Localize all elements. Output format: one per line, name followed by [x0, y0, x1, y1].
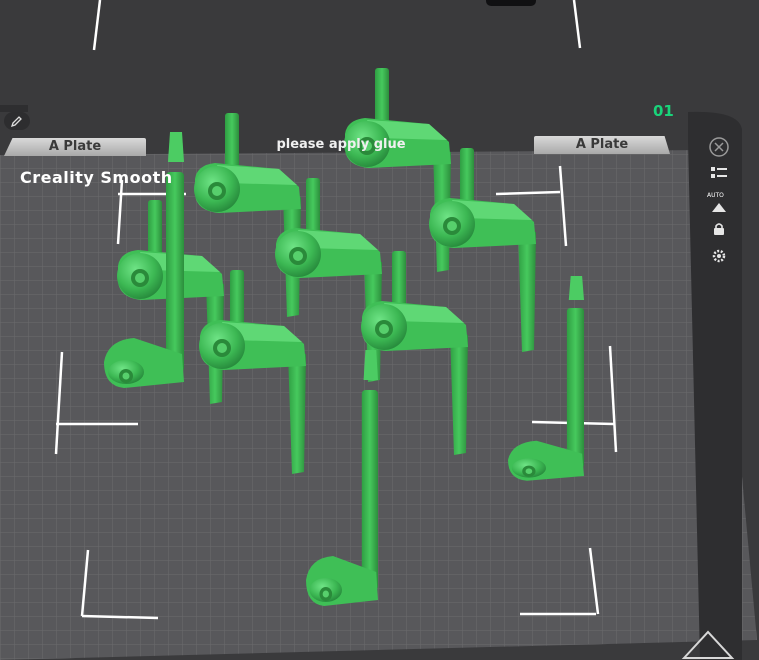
close-plate-button[interactable]: [706, 136, 732, 158]
auto-arrange-icon: [712, 203, 726, 212]
plate-tab-right[interactable]: A Plate: [534, 136, 670, 154]
plate-settings-button[interactable]: [706, 245, 732, 267]
gear-icon: [712, 249, 726, 263]
top-handle[interactable]: [486, 0, 536, 6]
plate-notice: please apply glue: [276, 137, 406, 152]
plate-list-button[interactable]: [706, 162, 732, 184]
auto-arrange-button[interactable]: [706, 196, 732, 218]
build-plate-scene[interactable]: [0, 0, 759, 660]
lock-plate-button[interactable]: [706, 218, 732, 240]
edit-plate-button[interactable]: [4, 112, 30, 130]
plate-index: 01: [653, 102, 674, 120]
plate-tab-left[interactable]: A Plate: [4, 138, 146, 156]
lock-icon: [714, 223, 724, 235]
viewport-3d[interactable]: A Plate please apply glue A Plate Creali…: [0, 0, 759, 660]
plate-type-label: Creality Smooth: [20, 168, 173, 187]
list-icon: [711, 167, 727, 178]
pencil-icon: [10, 116, 22, 128]
close-icon: [709, 137, 729, 157]
